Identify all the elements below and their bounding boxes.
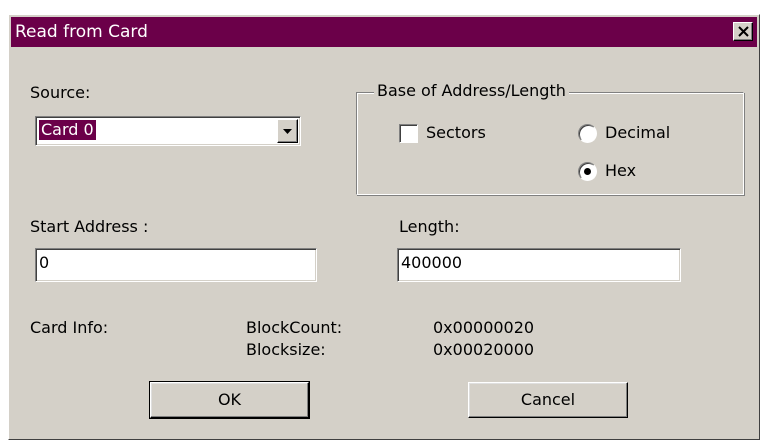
close-button[interactable] — [733, 22, 753, 41]
hex-radio[interactable] — [578, 162, 597, 181]
title-bar[interactable]: Read from Card — [11, 17, 757, 47]
sectors-checkbox[interactable] — [399, 124, 418, 143]
sectors-label: Sectors — [426, 123, 486, 142]
base-group-box — [356, 92, 744, 195]
chevron-down-icon — [283, 129, 292, 134]
ok-button[interactable]: OK — [149, 381, 310, 419]
source-select[interactable]: Card 0 — [35, 116, 301, 146]
ok-button-label: OK — [217, 390, 242, 409]
blocksize-value: 0x00020000 — [433, 340, 535, 359]
blocksize-label: Blocksize: — [246, 340, 326, 359]
start-address-value: 0 — [39, 253, 50, 272]
base-group-legend: Base of Address/Length — [374, 81, 569, 100]
cancel-button-label: Cancel — [520, 390, 576, 409]
cancel-button[interactable]: Cancel — [468, 382, 628, 418]
close-icon — [738, 26, 749, 37]
card-info-label: Card Info: — [30, 318, 109, 337]
decimal-label: Decimal — [605, 123, 671, 142]
decimal-radio[interactable] — [578, 124, 597, 143]
blockcount-label: BlockCount: — [246, 318, 343, 337]
start-address-label: Start Address : — [30, 217, 149, 236]
hex-label: Hex — [605, 161, 637, 180]
start-address-input[interactable]: 0 — [35, 248, 317, 282]
length-label: Length: — [399, 217, 460, 236]
length-value: 400000 — [401, 253, 463, 272]
read-from-card-dialog: Read from Card Source: Card 0 Base of Ad… — [8, 14, 760, 440]
blockcount-value: 0x00000020 — [433, 318, 535, 337]
source-selected-value: Card 0 — [39, 120, 96, 140]
source-dropdown-button[interactable] — [277, 119, 298, 143]
length-input[interactable]: 400000 — [397, 248, 681, 282]
source-label: Source: — [30, 83, 91, 102]
window-title: Read from Card — [15, 22, 148, 42]
radio-selected-dot — [584, 168, 591, 175]
